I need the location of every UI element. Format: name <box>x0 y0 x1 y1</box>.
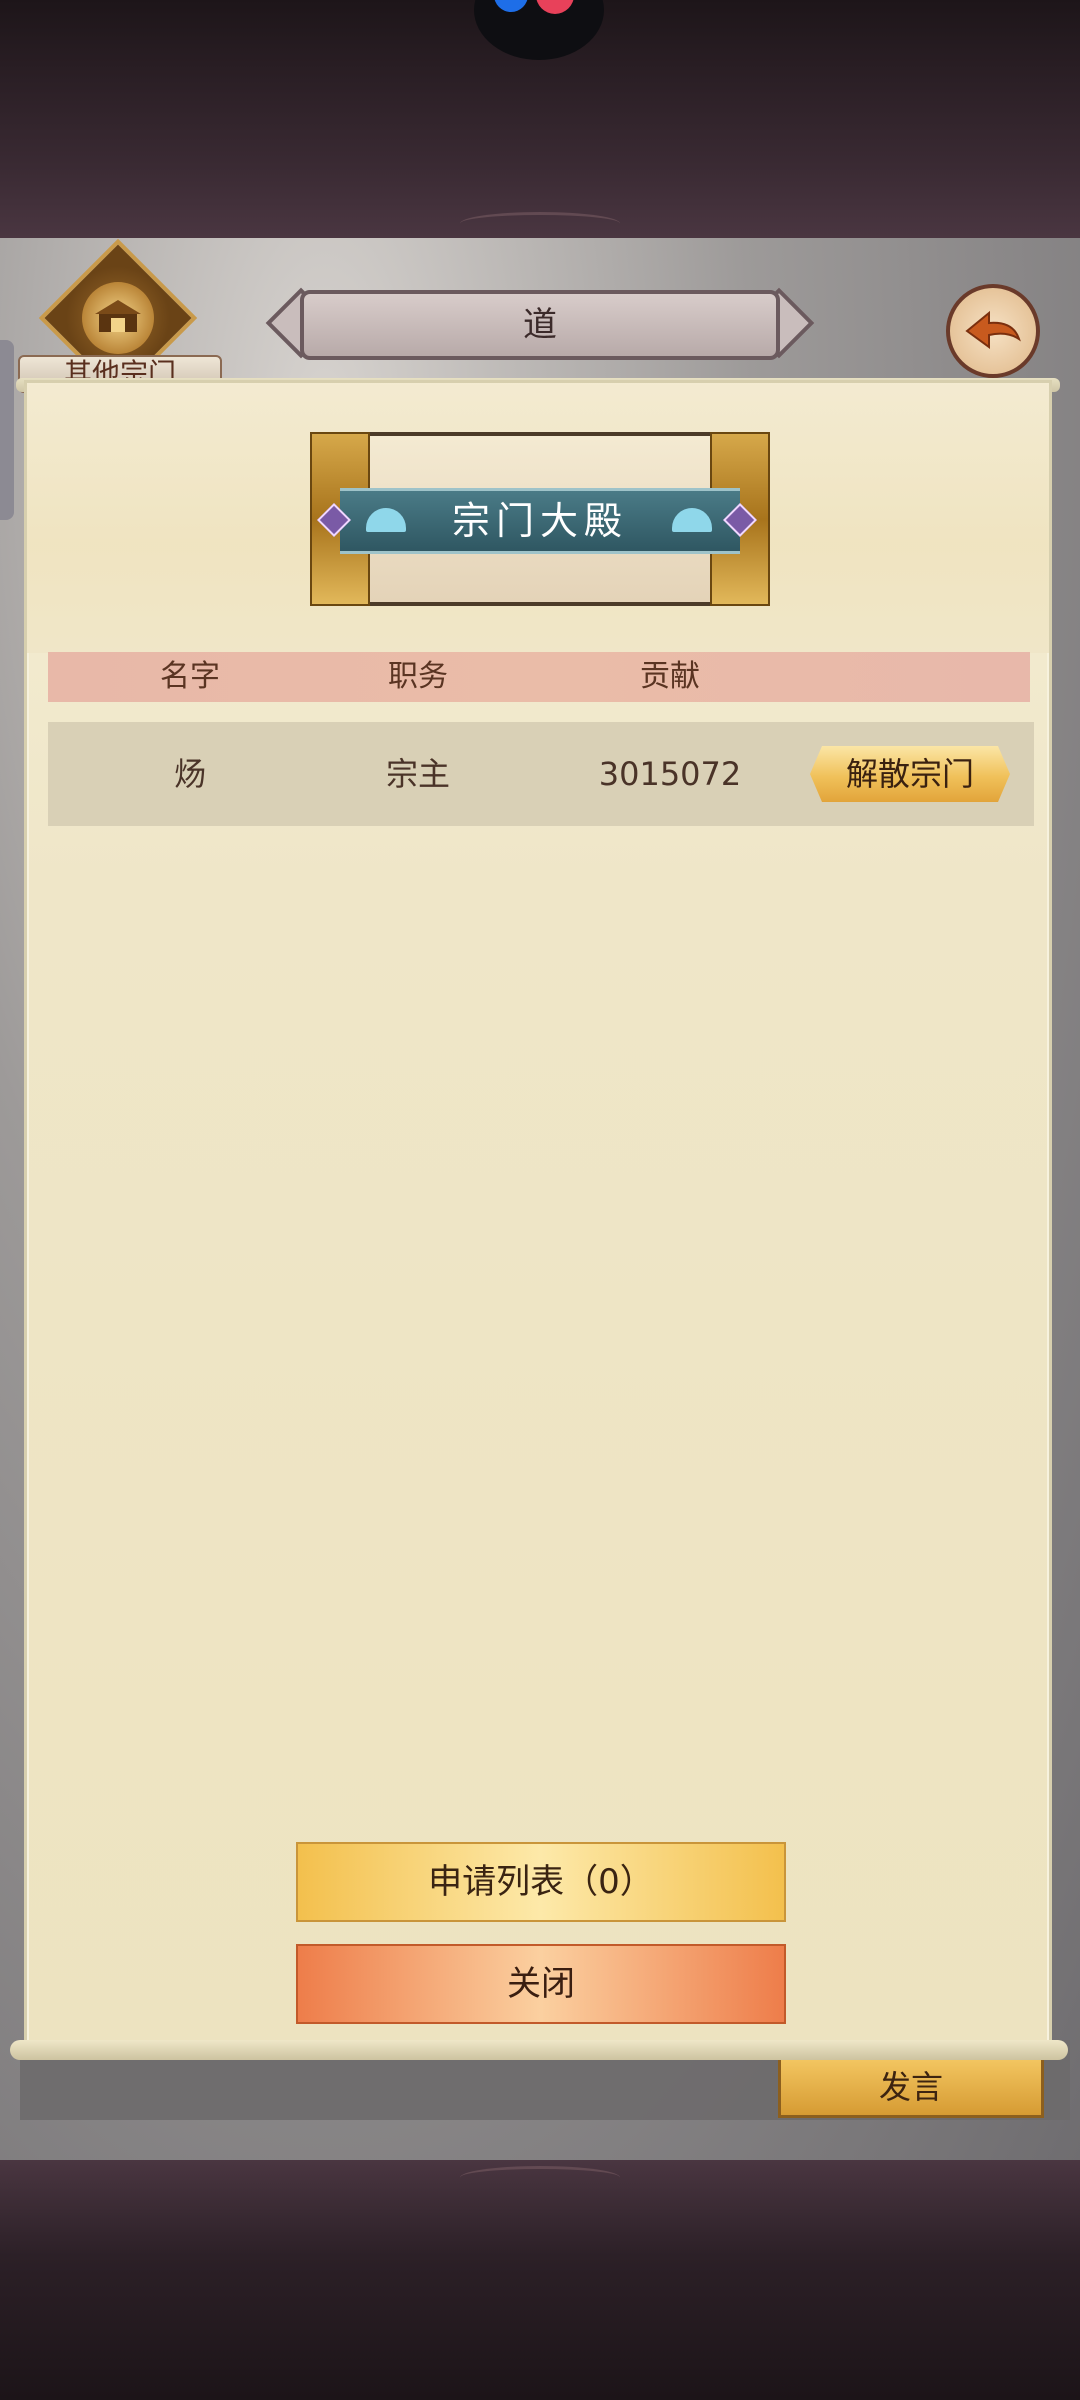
apply-list-button[interactable]: 申请列表（0） <box>296 1842 786 1922</box>
ornament-bottom <box>460 2166 620 2189</box>
close-button[interactable]: 关闭 <box>296 1944 786 2024</box>
back-arrow-icon <box>965 310 1021 349</box>
member-role: 宗主 <box>385 755 450 793</box>
ornament-top <box>460 212 620 235</box>
column-header-contribution: 贡献 <box>640 659 700 694</box>
scroll-rod-bottom <box>10 2040 1068 2060</box>
app-logo-icon <box>474 0 604 60</box>
member-name: 炀 <box>173 755 206 793</box>
back-button[interactable] <box>946 284 1040 378</box>
sect-emblem-icon[interactable] <box>82 282 154 354</box>
top-band <box>0 0 1080 238</box>
page-title: 道 <box>300 290 780 360</box>
speak-button[interactable]: 发言 <box>778 2056 1044 2118</box>
disband-sect-button[interactable]: 解散宗门 <box>810 746 1010 802</box>
column-header-name: 名字 <box>160 659 220 694</box>
sect-hall-panel <box>24 380 1052 2060</box>
column-header-role: 职务 <box>388 659 448 694</box>
member-contribution: 3015072 <box>598 755 742 793</box>
left-side-tab[interactable] <box>0 340 14 520</box>
bottom-band <box>0 2160 1080 2400</box>
